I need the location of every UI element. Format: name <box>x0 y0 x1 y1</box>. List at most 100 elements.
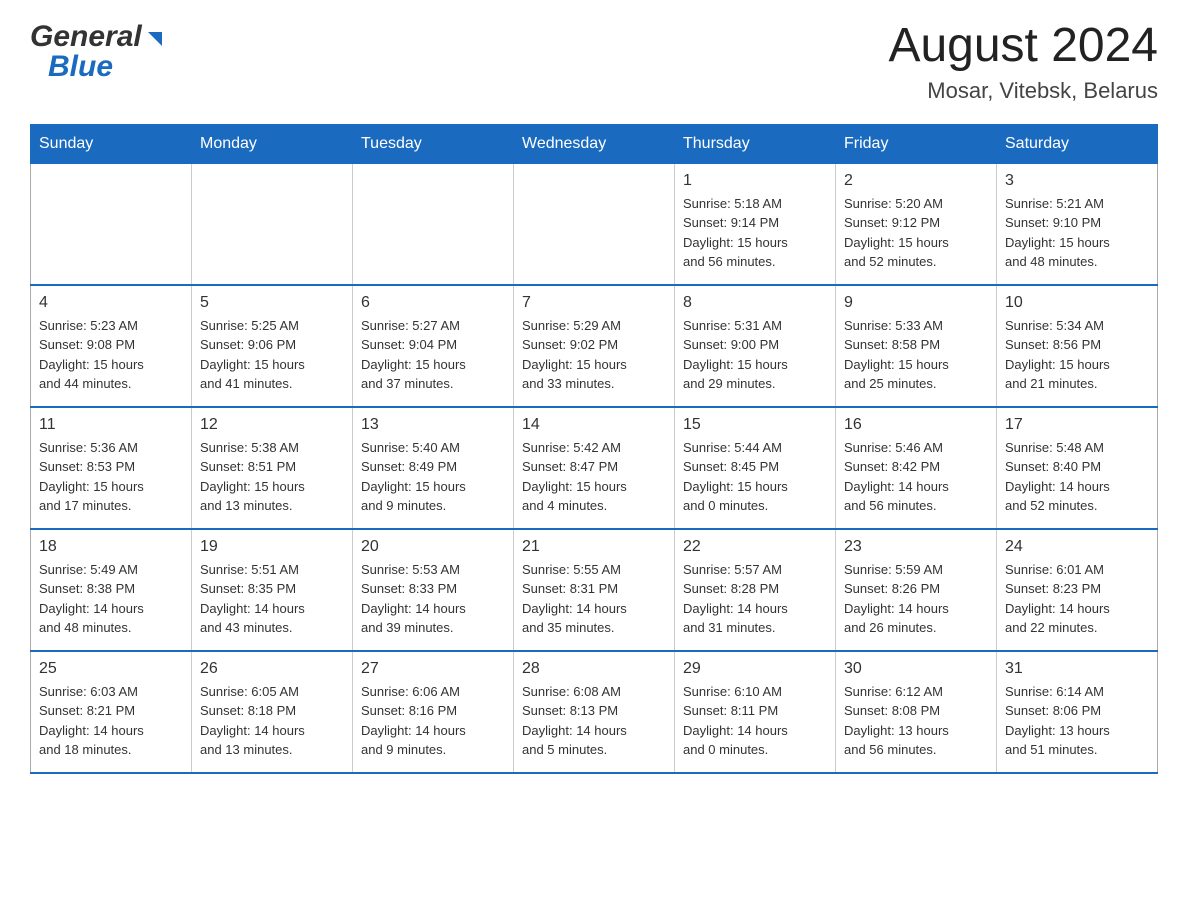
calendar-day-cell: 21 Sunrise: 5:55 AMSunset: 8:31 PMDayligh… <box>514 529 675 651</box>
calendar-day-cell: 10 Sunrise: 5:34 AMSunset: 8:56 PMDayligh… <box>997 285 1158 407</box>
day-number: 4 <box>39 294 183 312</box>
day-number: 9 <box>844 294 988 312</box>
day-info: Sunrise: 5:21 AMSunset: 9:10 PMDaylight:… <box>1005 194 1149 272</box>
calendar-week-row: 4 Sunrise: 5:23 AMSunset: 9:08 PMDaylight… <box>31 285 1158 407</box>
calendar-day-cell: 9 Sunrise: 5:33 AMSunset: 8:58 PMDaylight… <box>836 285 997 407</box>
day-info: Sunrise: 5:53 AMSunset: 8:33 PMDaylight:… <box>361 560 505 638</box>
logo-arrow-icon <box>144 28 166 50</box>
day-number: 12 <box>200 416 344 434</box>
calendar-week-row: 18 Sunrise: 5:49 AMSunset: 8:38 PMDayligh… <box>31 529 1158 651</box>
calendar-day-cell: 30 Sunrise: 6:12 AMSunset: 8:08 PMDayligh… <box>836 651 997 773</box>
title-block: August 2024 Mosar, Vitebsk, Belarus <box>888 20 1158 104</box>
day-number: 1 <box>683 172 827 190</box>
day-info: Sunrise: 5:59 AMSunset: 8:26 PMDaylight:… <box>844 560 988 638</box>
day-number: 29 <box>683 660 827 678</box>
day-info: Sunrise: 6:01 AMSunset: 8:23 PMDaylight:… <box>1005 560 1149 638</box>
day-number: 28 <box>522 660 666 678</box>
calendar-day-cell: 17 Sunrise: 5:48 AMSunset: 8:40 PMDayligh… <box>997 407 1158 529</box>
day-info: Sunrise: 5:44 AMSunset: 8:45 PMDaylight:… <box>683 438 827 516</box>
calendar-day-header: Friday <box>836 124 997 163</box>
calendar-day-cell: 18 Sunrise: 5:49 AMSunset: 8:38 PMDayligh… <box>31 529 192 651</box>
day-info: Sunrise: 5:18 AMSunset: 9:14 PMDaylight:… <box>683 194 827 272</box>
day-info: Sunrise: 5:31 AMSunset: 9:00 PMDaylight:… <box>683 316 827 394</box>
day-info: Sunrise: 5:33 AMSunset: 8:58 PMDaylight:… <box>844 316 988 394</box>
calendar-day-cell: 25 Sunrise: 6:03 AMSunset: 8:21 PMDayligh… <box>31 651 192 773</box>
day-number: 16 <box>844 416 988 434</box>
day-number: 21 <box>522 538 666 556</box>
calendar-day-cell: 28Sunrise: 6:08 AMSunset: 8:13 PMDayligh… <box>514 651 675 773</box>
location-title: Mosar, Vitebsk, Belarus <box>888 78 1158 104</box>
day-info: Sunrise: 5:42 AMSunset: 8:47 PMDaylight:… <box>522 438 666 516</box>
day-number: 22 <box>683 538 827 556</box>
calendar-day-cell: 29 Sunrise: 6:10 AMSunset: 8:11 PMDayligh… <box>675 651 836 773</box>
day-number: 7 <box>522 294 666 312</box>
day-info: Sunrise: 5:20 AMSunset: 9:12 PMDaylight:… <box>844 194 988 272</box>
calendar-day-header: Wednesday <box>514 124 675 163</box>
calendar-day-cell: 15 Sunrise: 5:44 AMSunset: 8:45 PMDayligh… <box>675 407 836 529</box>
calendar-header-row: SundayMondayTuesdayWednesdayThursdayFrid… <box>31 124 1158 163</box>
day-number: 10 <box>1005 294 1149 312</box>
day-number: 20 <box>361 538 505 556</box>
day-info: Sunrise: 6:05 AMSunset: 8:18 PMDaylight:… <box>200 682 344 760</box>
day-number: 8 <box>683 294 827 312</box>
day-info: Sunrise: 6:12 AMSunset: 8:08 PMDaylight:… <box>844 682 988 760</box>
day-number: 26 <box>200 660 344 678</box>
calendar-day-cell <box>192 163 353 285</box>
day-info: Sunrise: 5:38 AMSunset: 8:51 PMDaylight:… <box>200 438 344 516</box>
day-info: Sunrise: 5:55 AMSunset: 8:31 PMDaylight:… <box>522 560 666 638</box>
calendar-day-cell <box>31 163 192 285</box>
calendar-day-cell: 1 Sunrise: 5:18 AMSunset: 9:14 PMDaylight… <box>675 163 836 285</box>
calendar-day-header: Saturday <box>997 124 1158 163</box>
calendar-day-cell <box>514 163 675 285</box>
calendar-day-cell: 2Sunrise: 5:20 AMSunset: 9:12 PMDaylight… <box>836 163 997 285</box>
calendar-day-cell: 3 Sunrise: 5:21 AMSunset: 9:10 PMDaylight… <box>997 163 1158 285</box>
day-info: Sunrise: 5:57 AMSunset: 8:28 PMDaylight:… <box>683 560 827 638</box>
day-info: Sunrise: 5:51 AMSunset: 8:35 PMDaylight:… <box>200 560 344 638</box>
day-number: 14 <box>522 416 666 434</box>
day-info: Sunrise: 5:34 AMSunset: 8:56 PMDaylight:… <box>1005 316 1149 394</box>
day-info: Sunrise: 6:06 AMSunset: 8:16 PMDaylight:… <box>361 682 505 760</box>
day-info: Sunrise: 6:14 AMSunset: 8:06 PMDaylight:… <box>1005 682 1149 760</box>
day-info: Sunrise: 5:49 AMSunset: 8:38 PMDaylight:… <box>39 560 183 638</box>
page-header: General Blue August 2024 Mosar, Vitebsk,… <box>30 20 1158 104</box>
calendar-day-cell: 24 Sunrise: 6:01 AMSunset: 8:23 PMDayligh… <box>997 529 1158 651</box>
day-number: 30 <box>844 660 988 678</box>
day-info: Sunrise: 6:10 AMSunset: 8:11 PMDaylight:… <box>683 682 827 760</box>
day-number: 11 <box>39 416 183 434</box>
day-number: 23 <box>844 538 988 556</box>
day-number: 25 <box>39 660 183 678</box>
calendar-day-header: Monday <box>192 124 353 163</box>
calendar-day-cell: 8 Sunrise: 5:31 AMSunset: 9:00 PMDaylight… <box>675 285 836 407</box>
day-info: Sunrise: 5:23 AMSunset: 9:08 PMDaylight:… <box>39 316 183 394</box>
calendar-week-row: 25 Sunrise: 6:03 AMSunset: 8:21 PMDayligh… <box>31 651 1158 773</box>
calendar-day-cell: 19Sunrise: 5:51 AMSunset: 8:35 PMDayligh… <box>192 529 353 651</box>
day-info: Sunrise: 5:40 AMSunset: 8:49 PMDaylight:… <box>361 438 505 516</box>
day-number: 24 <box>1005 538 1149 556</box>
calendar-table: SundayMondayTuesdayWednesdayThursdayFrid… <box>30 124 1158 774</box>
calendar-day-header: Thursday <box>675 124 836 163</box>
logo-blue-text: Blue <box>48 50 113 84</box>
calendar-day-cell <box>353 163 514 285</box>
logo-general-text: General <box>30 20 142 54</box>
logo: General Blue <box>30 20 166 84</box>
calendar-day-cell: 14 Sunrise: 5:42 AMSunset: 8:47 PMDayligh… <box>514 407 675 529</box>
day-info: Sunrise: 5:48 AMSunset: 8:40 PMDaylight:… <box>1005 438 1149 516</box>
day-number: 15 <box>683 416 827 434</box>
calendar-day-header: Sunday <box>31 124 192 163</box>
day-number: 17 <box>1005 416 1149 434</box>
day-number: 3 <box>1005 172 1149 190</box>
calendar-day-cell: 16 Sunrise: 5:46 AMSunset: 8:42 PMDayligh… <box>836 407 997 529</box>
calendar-day-cell: 31Sunrise: 6:14 AMSunset: 8:06 PMDayligh… <box>997 651 1158 773</box>
calendar-day-cell: 12 Sunrise: 5:38 AMSunset: 8:51 PMDayligh… <box>192 407 353 529</box>
calendar-day-cell: 5Sunrise: 5:25 AMSunset: 9:06 PMDaylight… <box>192 285 353 407</box>
calendar-day-cell: 22 Sunrise: 5:57 AMSunset: 8:28 PMDayligh… <box>675 529 836 651</box>
day-info: Sunrise: 5:46 AMSunset: 8:42 PMDaylight:… <box>844 438 988 516</box>
day-number: 18 <box>39 538 183 556</box>
calendar-day-header: Tuesday <box>353 124 514 163</box>
calendar-week-row: 11Sunrise: 5:36 AMSunset: 8:53 PMDayligh… <box>31 407 1158 529</box>
day-info: Sunrise: 6:03 AMSunset: 8:21 PMDaylight:… <box>39 682 183 760</box>
day-number: 5 <box>200 294 344 312</box>
calendar-week-row: 1 Sunrise: 5:18 AMSunset: 9:14 PMDaylight… <box>31 163 1158 285</box>
calendar-day-cell: 6Sunrise: 5:27 AMSunset: 9:04 PMDaylight… <box>353 285 514 407</box>
calendar-day-cell: 4 Sunrise: 5:23 AMSunset: 9:08 PMDaylight… <box>31 285 192 407</box>
